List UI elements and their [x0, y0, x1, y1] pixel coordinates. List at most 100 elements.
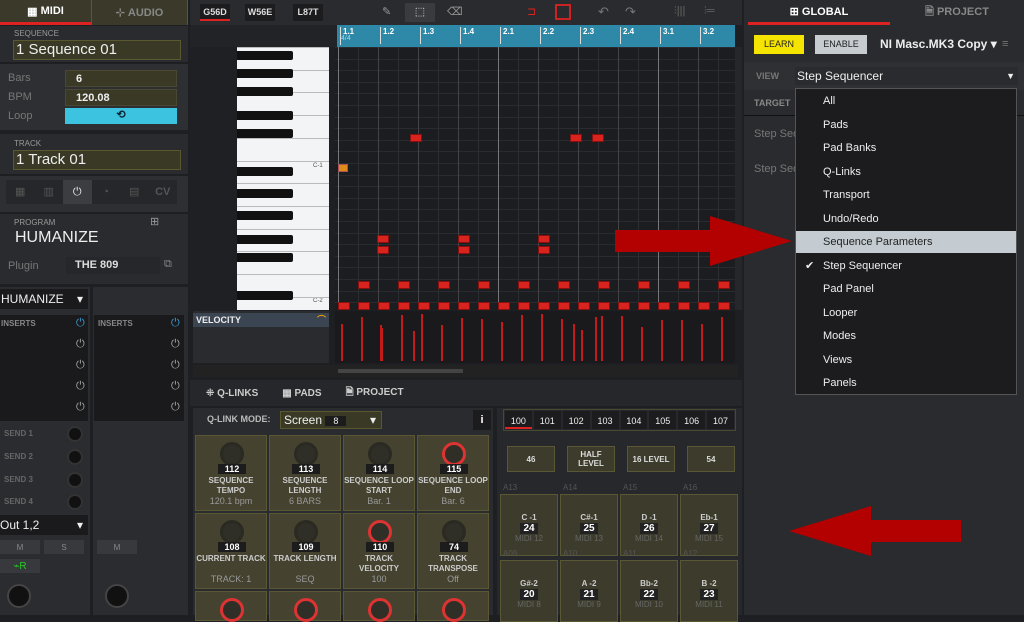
power-icon[interactable]: ⏻ [171, 317, 180, 330]
midi-note-selected[interactable] [338, 164, 348, 172]
tab-global[interactable]: ⊞ GLOBAL [748, 0, 890, 25]
midi-note[interactable] [518, 281, 530, 289]
midi-note[interactable] [358, 281, 370, 289]
midi-note[interactable] [578, 302, 590, 310]
tab-list[interactable]: L87T [293, 4, 323, 21]
tab-grid[interactable]: G56D [200, 4, 230, 21]
power-icon[interactable]: ⏻ [76, 401, 85, 414]
knob-icon[interactable] [368, 520, 392, 544]
plugin-type-icon[interactable]: ⏻ [63, 180, 92, 204]
midi-note[interactable] [438, 302, 450, 310]
midi-note[interactable] [598, 281, 610, 289]
program-value[interactable]: HUMANIZE [15, 229, 99, 247]
dropdown-item[interactable]: Pads [796, 114, 1016, 136]
midi-note[interactable] [558, 281, 570, 289]
power-icon[interactable]: ⏻ [76, 359, 85, 372]
velocity-bar[interactable] [601, 323, 603, 361]
q-link-knob-cell[interactable]: 74 TRACK TRANSPOSE Off [417, 513, 489, 589]
knob-icon[interactable] [368, 598, 392, 622]
piano-keyboard[interactable]: C-1 C-2 [237, 47, 329, 310]
power-icon[interactable]: ⏻ [76, 380, 85, 393]
black-key[interactable] [237, 51, 293, 60]
keys-type-icon[interactable]: ▥ [35, 180, 64, 204]
enable-button[interactable]: ENABLE [815, 35, 867, 54]
view-select[interactable]: Step Sequencer ▼ [795, 67, 1018, 85]
velocity-bar[interactable] [441, 325, 443, 361]
select-icon[interactable]: ⬚ [405, 3, 435, 22]
tab-audio[interactable]: ⊹ AUDIO [92, 0, 188, 25]
midi-note[interactable] [458, 235, 470, 243]
q-link-knob-cell[interactable] [417, 591, 489, 622]
midi-note[interactable] [398, 281, 410, 289]
dropdown-item[interactable]: Undo/Redo [796, 208, 1016, 230]
black-key[interactable] [237, 69, 293, 78]
automation-read-button[interactable]: ⌁ R [0, 559, 40, 573]
q-link-knob-cell[interactable]: 110 TRACK VELOCITY 100 [343, 513, 415, 589]
black-key[interactable] [237, 291, 293, 300]
plugin-select[interactable]: THE 809 [66, 257, 160, 274]
quantize-midi-icon[interactable]: ⫶═ [704, 5, 715, 18]
velocity-bar[interactable] [573, 324, 575, 361]
midi-note[interactable] [498, 302, 510, 310]
power-icon[interactable]: ⏻ [171, 359, 180, 372]
midi-note[interactable] [398, 302, 410, 310]
midi-note[interactable] [538, 246, 550, 254]
midi-note[interactable] [418, 302, 430, 310]
q-link-knob-cell[interactable]: 113 SEQUENCE LENGTH 6 BARS [269, 435, 341, 511]
pad-bank-button[interactable]: 104 [620, 411, 648, 429]
power-icon[interactable]: ⏻ [171, 338, 180, 351]
pad-bank-button[interactable]: 105 [649, 411, 677, 429]
midi-note[interactable] [678, 281, 690, 289]
dropdown-item[interactable]: Looper [796, 302, 1016, 324]
midi-note[interactable] [698, 302, 710, 310]
power-icon[interactable]: ⏻ [171, 380, 180, 393]
dropdown-item[interactable]: Modes [796, 325, 1016, 347]
dropdown-item[interactable]: Views [796, 349, 1016, 371]
q-link-knob-cell[interactable]: 115 SEQUENCE LOOP END Bar. 6 [417, 435, 489, 511]
pad[interactable]: A13 C -1 24 MIDI 12 [500, 483, 558, 556]
output-select[interactable]: Out 1,2 ▾ [0, 515, 88, 535]
midi-note[interactable] [570, 134, 582, 142]
send-knob[interactable] [67, 494, 83, 510]
mute-button[interactable]: M [0, 540, 40, 554]
midi-note[interactable] [358, 302, 370, 310]
black-key[interactable] [237, 111, 293, 120]
velocity-bar[interactable] [561, 319, 563, 361]
velocity-bar[interactable] [681, 331, 683, 361]
tab-q-links[interactable]: ⁜ Q-LINKS [206, 388, 258, 399]
pad[interactable]: A16 Eb-1 27 MIDI 15 [680, 483, 738, 556]
learn-button[interactable]: LEARN [754, 35, 804, 54]
midi-note[interactable] [538, 235, 550, 243]
mute-button[interactable]: M [97, 540, 137, 554]
velocity-bar[interactable] [413, 331, 415, 361]
q-link-knob-cell[interactable]: 108 CURRENT TRACK TRACK: 1 [195, 513, 267, 589]
pad[interactable]: A14 C#-1 25 MIDI 13 [560, 483, 618, 556]
knob-icon[interactable] [294, 598, 318, 622]
velocity-bar[interactable] [421, 314, 423, 361]
velocity-bar[interactable] [341, 328, 343, 361]
velocity-bar[interactable] [481, 329, 483, 361]
black-key[interactable] [237, 253, 293, 262]
sequence-select[interactable]: 1 Sequence 01 [13, 40, 181, 60]
dropdown-item[interactable]: Pad Banks [796, 137, 1016, 159]
mapping-row[interactable]: Step Seq [754, 163, 799, 175]
black-key[interactable] [237, 235, 293, 244]
pencil-icon[interactable]: ✎ [382, 5, 391, 18]
strip-program-select[interactable]: HUMANIZE ▾ [0, 289, 88, 309]
velocity-bar[interactable] [701, 324, 703, 361]
solo-button[interactable]: S [44, 540, 84, 554]
pad-bank-button[interactable]: 102 [562, 411, 590, 429]
midi-note[interactable] [718, 302, 730, 310]
pad-bank-button[interactable]: 106 [678, 411, 706, 429]
midi-note[interactable] [638, 281, 650, 289]
midi-note[interactable] [538, 302, 550, 310]
midi-note[interactable] [592, 134, 604, 142]
velocity-bar[interactable] [621, 316, 623, 361]
drum-type-icon[interactable]: ◔ [92, 180, 121, 204]
note-grid[interactable] [335, 47, 735, 310]
tab-wave[interactable]: W56E [245, 4, 275, 21]
q-link-knob-cell[interactable] [269, 591, 341, 622]
timeline-ruler[interactable]: 4/4 1.1 1.2 1.3 1.4 2.1 2.2 2.3 2.4 3.1 3.2 [337, 25, 735, 47]
black-key[interactable] [237, 189, 293, 198]
midi-note[interactable] [458, 302, 470, 310]
